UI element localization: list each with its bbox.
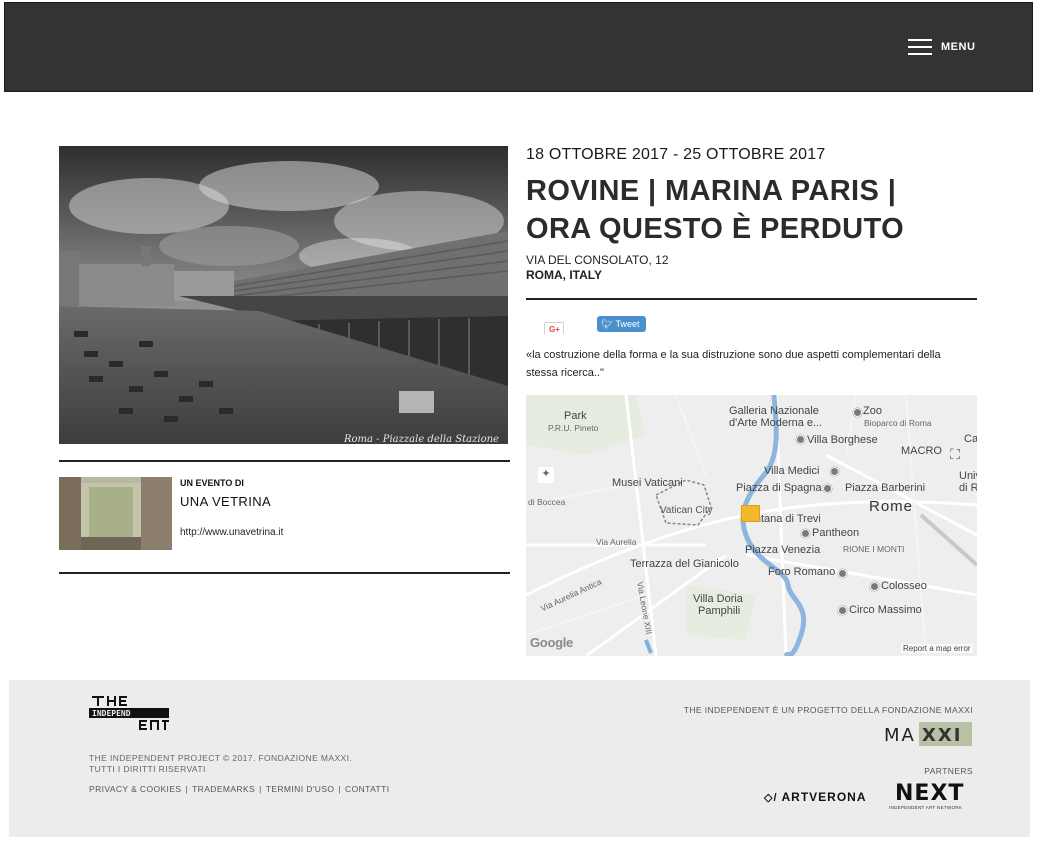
hamburger-icon bbox=[908, 39, 932, 55]
map-label: Piazza di Spagna bbox=[736, 482, 822, 494]
event-hero-image: Roma - Piazzale della Stazione bbox=[59, 146, 508, 444]
rights-line: TUTTI I DIRITTI RISERVATI bbox=[89, 764, 206, 774]
link-separator: | bbox=[185, 784, 189, 794]
event-title: ROVINE | MARINA PARIS | ORA QUESTO È PER… bbox=[526, 175, 905, 245]
link-separator: | bbox=[259, 784, 262, 794]
map-poi-icon bbox=[801, 529, 810, 538]
report-map-error-link[interactable]: Report a map error bbox=[901, 644, 973, 653]
map-poi-icon bbox=[838, 569, 847, 578]
map-label: Pamphili bbox=[698, 605, 741, 617]
maxxi-logo[interactable]: MA XXI bbox=[882, 722, 972, 746]
map-label: Villa Borghese bbox=[807, 434, 878, 446]
svg-text:XXI: XXI bbox=[922, 725, 962, 746]
map-label: Terrazza del Gianicolo bbox=[630, 558, 739, 570]
divider bbox=[59, 460, 510, 462]
google-plus-share-button[interactable]: G+ bbox=[544, 322, 564, 334]
map-label: Galleria Nazionale bbox=[729, 405, 819, 417]
artverona-mark-icon: ◇/ bbox=[764, 791, 778, 804]
map-poi-icon bbox=[838, 606, 847, 615]
menu-button[interactable]: MENU bbox=[908, 37, 975, 57]
map-label: Foro Romano bbox=[768, 566, 836, 578]
trademarks-link[interactable]: TRADEMARKS bbox=[192, 784, 255, 794]
map-label: Univ bbox=[959, 470, 977, 482]
divider bbox=[526, 298, 977, 300]
map-label: d'Arte Moderna e... bbox=[729, 417, 823, 429]
twitter-bird-icon: 🐦︎ bbox=[601, 319, 613, 329]
map-label: Villa Medici bbox=[764, 465, 820, 477]
copyright-line: THE INDEPENDENT PROJECT © 2017. FONDAZIO… bbox=[89, 753, 353, 763]
partners-label: PARTNERS bbox=[924, 766, 973, 776]
next-network-logo[interactable]: NEXT INDEPENDENT ART NETWORK bbox=[889, 781, 974, 813]
map-poi-icon bbox=[830, 467, 839, 476]
contacts-link[interactable]: CONTATTI bbox=[345, 784, 389, 794]
organizer-thumbnail[interactable] bbox=[59, 477, 172, 550]
privacy-cookies-link[interactable]: PRIVACY & COOKIES bbox=[89, 784, 181, 794]
map-label: MACRO bbox=[901, 445, 942, 457]
tweet-button[interactable]: 🐦︎ Tweet bbox=[597, 316, 646, 332]
street-view-icon[interactable]: ✦ bbox=[538, 467, 554, 483]
map-city-label: Rome bbox=[869, 498, 914, 515]
map-label: RIONE I MONTI bbox=[843, 544, 905, 554]
map-label: Zoo bbox=[863, 405, 882, 417]
map-label: Piazza Venezia bbox=[745, 544, 821, 556]
event-location-marker[interactable] bbox=[741, 505, 760, 522]
event-address: VIA DEL CONSOLATO, 12 bbox=[526, 253, 669, 267]
map-label: P.R.U. Pineto bbox=[548, 423, 599, 433]
organizer-kicker: UN EVENTO DI bbox=[180, 478, 244, 488]
map-poi-icon bbox=[853, 408, 862, 417]
next-subtitle: INDEPENDENT ART NETWORK bbox=[889, 805, 963, 810]
divider bbox=[59, 572, 510, 574]
svg-text:MA: MA bbox=[884, 725, 916, 746]
map-label: Villa Doria bbox=[693, 593, 743, 605]
map-label: Musei Vaticani bbox=[612, 477, 683, 489]
map-label: di R bbox=[959, 482, 977, 494]
map-label: Via Aurelia bbox=[596, 537, 637, 547]
map-label: Park bbox=[564, 410, 587, 422]
map-label: Piazza Barberini bbox=[845, 482, 926, 494]
event-dates: 18 OTTOBRE 2017 - 25 OTTOBRE 2017 bbox=[526, 146, 826, 163]
link-separator: | bbox=[338, 784, 342, 794]
terms-of-use-link[interactable]: TERMINI D'USO bbox=[266, 784, 335, 794]
footer-copyright: THE INDEPENDENT PROJECT © 2017. FONDAZIO… bbox=[89, 753, 352, 775]
map-poi-icon bbox=[870, 582, 879, 591]
organizer-link[interactable]: http://www.unavetrina.it bbox=[180, 527, 283, 538]
menu-label: MENU bbox=[941, 41, 976, 53]
artverona-wordmark: ARTVERONA bbox=[781, 790, 867, 804]
map-poi-icon bbox=[796, 435, 805, 444]
footer-project-text: THE INDEPENDENT È UN PROGETTO DELLA FOND… bbox=[683, 705, 973, 715]
event-location-map[interactable]: Park P.R.U. Pineto Galleria Nazionale d'… bbox=[526, 395, 977, 656]
tweet-label: Tweet bbox=[615, 319, 640, 329]
map-label: Bioparco di Roma bbox=[864, 418, 932, 428]
map-label: Pantheon bbox=[812, 527, 860, 539]
next-wordmark: NEXT bbox=[895, 781, 965, 806]
map-label: di Boccea bbox=[528, 497, 566, 507]
map-label: Circo Massimo bbox=[849, 604, 922, 616]
fullscreen-icon[interactable]: ⛶ bbox=[947, 447, 963, 463]
map-label: Cap bbox=[964, 433, 977, 445]
hero-caption: Roma - Piazzale della Stazione bbox=[343, 434, 499, 444]
artverona-logo[interactable]: ◇/ ARTVERONA bbox=[764, 790, 867, 804]
svg-text:INDEPEND: INDEPEND bbox=[92, 709, 131, 718]
map-label: Colosseo bbox=[881, 580, 927, 592]
footer-links: PRIVACY & COOKIES | TRADEMARKS | TERMINI… bbox=[89, 784, 389, 794]
event-quote: «la costruzione della forma e la sua dis… bbox=[526, 349, 941, 379]
the-independent-logo[interactable]: INDEPEND bbox=[89, 694, 169, 732]
event-city: ROMA, ITALY bbox=[526, 268, 603, 282]
organizer-name[interactable]: UNA VETRINA bbox=[180, 494, 271, 509]
top-header-bar: MENU bbox=[4, 2, 1033, 92]
map-label: Vatican City bbox=[660, 505, 713, 516]
site-footer: INDEPEND THE INDEPENDENT PROJECT © 2017.… bbox=[9, 680, 1030, 837]
google-logo: Google bbox=[530, 635, 573, 650]
map-poi-icon bbox=[823, 484, 832, 493]
